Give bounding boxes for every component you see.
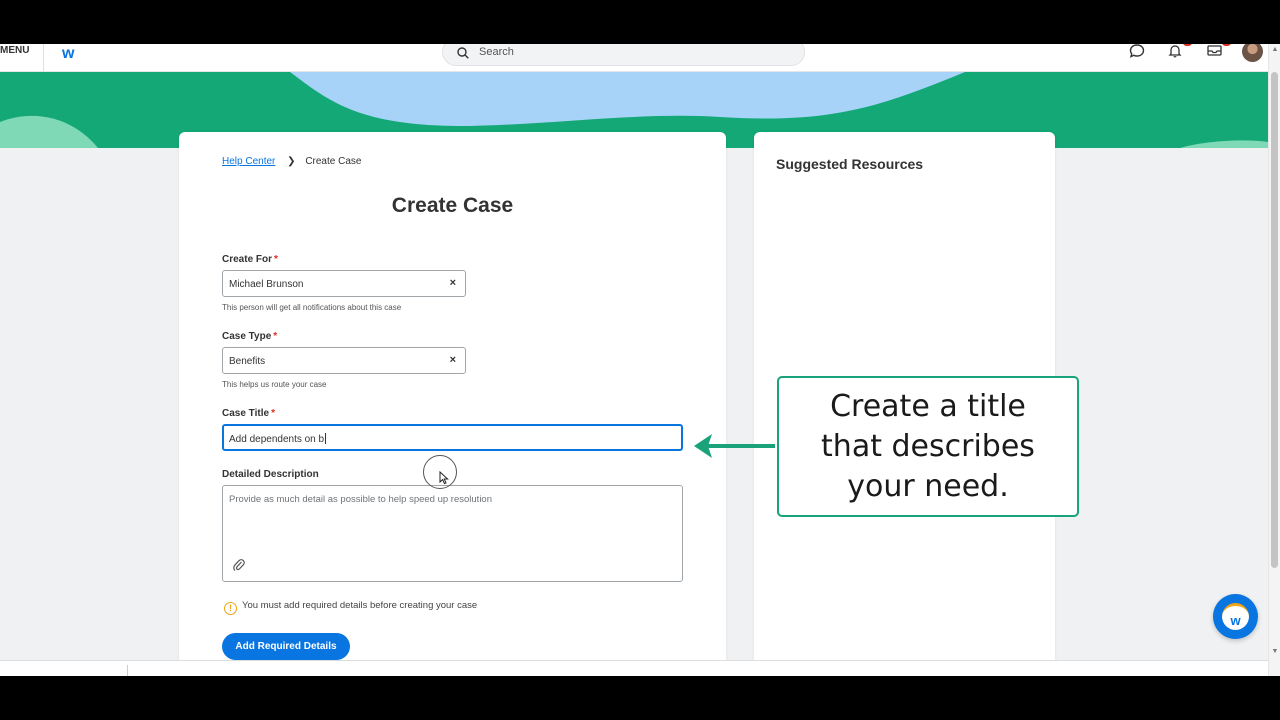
add-required-details-button[interactable]: Add Required Details (222, 633, 350, 660)
search-icon (457, 47, 469, 59)
close-icon[interactable]: × (450, 354, 456, 366)
bell-icon[interactable] (1168, 44, 1192, 62)
required-mark: * (274, 254, 278, 265)
required-mark: * (273, 331, 278, 342)
scroll-thumb[interactable] (1271, 72, 1278, 568)
create-for-field[interactable]: Michael Brunson × (222, 270, 466, 297)
breadcrumb-help-center-link[interactable]: Help Center (222, 156, 275, 167)
create-for-hint: This person will get all notifications a… (222, 303, 402, 312)
assistant-chat-button[interactable]: w (1213, 594, 1258, 639)
create-case-card: Help Center ❯ Create Case Create Case Cr… (179, 132, 726, 676)
notification-badge (1183, 44, 1192, 46)
video-letterbox-top (0, 0, 1280, 44)
scroll-up-icon[interactable]: ▲ (1269, 46, 1280, 53)
case-title-input[interactable]: Add dependents on b (222, 424, 683, 451)
chevron-right-icon: ❯ (287, 156, 296, 167)
case-type-hint: This helps us route your case (222, 380, 327, 389)
divider (127, 665, 128, 676)
avatar[interactable] (1242, 44, 1263, 62)
assistant-logo: w (1222, 603, 1249, 630)
required-mark: * (271, 408, 275, 419)
scroll-down-icon[interactable]: ▼ (1269, 648, 1280, 655)
create-for-label: Create For * (222, 254, 278, 265)
warning-icon: ! (224, 602, 237, 615)
paperclip-icon[interactable] (233, 558, 245, 577)
case-type-field[interactable]: Benefits × (222, 347, 466, 374)
description-textarea[interactable]: Provide as much detail as possible to he… (222, 485, 683, 582)
case-type-label: Case Type * (222, 331, 277, 342)
page-title: Create Case (391, 194, 514, 217)
description-label: Detailed Description (222, 469, 319, 480)
mouse-pointer-icon (439, 471, 449, 485)
description-placeholder: Provide as much detail as possible to he… (229, 494, 492, 505)
case-type-value: Benefits (229, 356, 266, 367)
workday-app: MENU w Search Help Center ❯ Create Case (0, 44, 1280, 676)
warning-text: You must add required details before cre… (242, 600, 478, 611)
top-navigation-bar: MENU w Search (0, 44, 1268, 72)
menu-button[interactable]: MENU (0, 44, 44, 72)
case-type-label-text: Case Type (222, 331, 272, 342)
chat-bubble-icon[interactable] (1129, 44, 1147, 62)
callout-text: Create a title that describes your need. (821, 388, 1035, 504)
workday-logo[interactable]: w (62, 45, 74, 63)
suggested-resources-title: Suggested Resources (776, 156, 924, 172)
case-title-label: Case Title * (222, 408, 275, 419)
case-title-label-text: Case Title (222, 408, 270, 419)
breadcrumb-current: Create Case (305, 156, 362, 167)
tutorial-callout: Create a title that describes your need. (777, 376, 1079, 517)
vertical-scrollbar[interactable]: ▲ ▼ (1268, 44, 1280, 676)
search-placeholder: Search (479, 46, 514, 58)
required-details-warning: ! You must add required details before cr… (224, 600, 477, 615)
breadcrumb: Help Center ❯ Create Case (222, 156, 361, 167)
global-search-input[interactable]: Search (442, 44, 805, 66)
inbox-badge (1222, 44, 1231, 46)
case-title-value: Add dependents on b (229, 433, 327, 445)
video-letterbox-bottom (0, 676, 1280, 720)
create-for-label-text: Create For (222, 254, 273, 265)
arrow-left-icon (694, 434, 775, 458)
create-for-value: Michael Brunson (229, 279, 304, 290)
text-caret (325, 433, 327, 444)
inbox-icon[interactable] (1207, 44, 1231, 62)
close-icon[interactable]: × (450, 277, 456, 289)
case-title-text: Add dependents on b (229, 434, 325, 445)
browser-bottom-strip (0, 660, 1268, 676)
